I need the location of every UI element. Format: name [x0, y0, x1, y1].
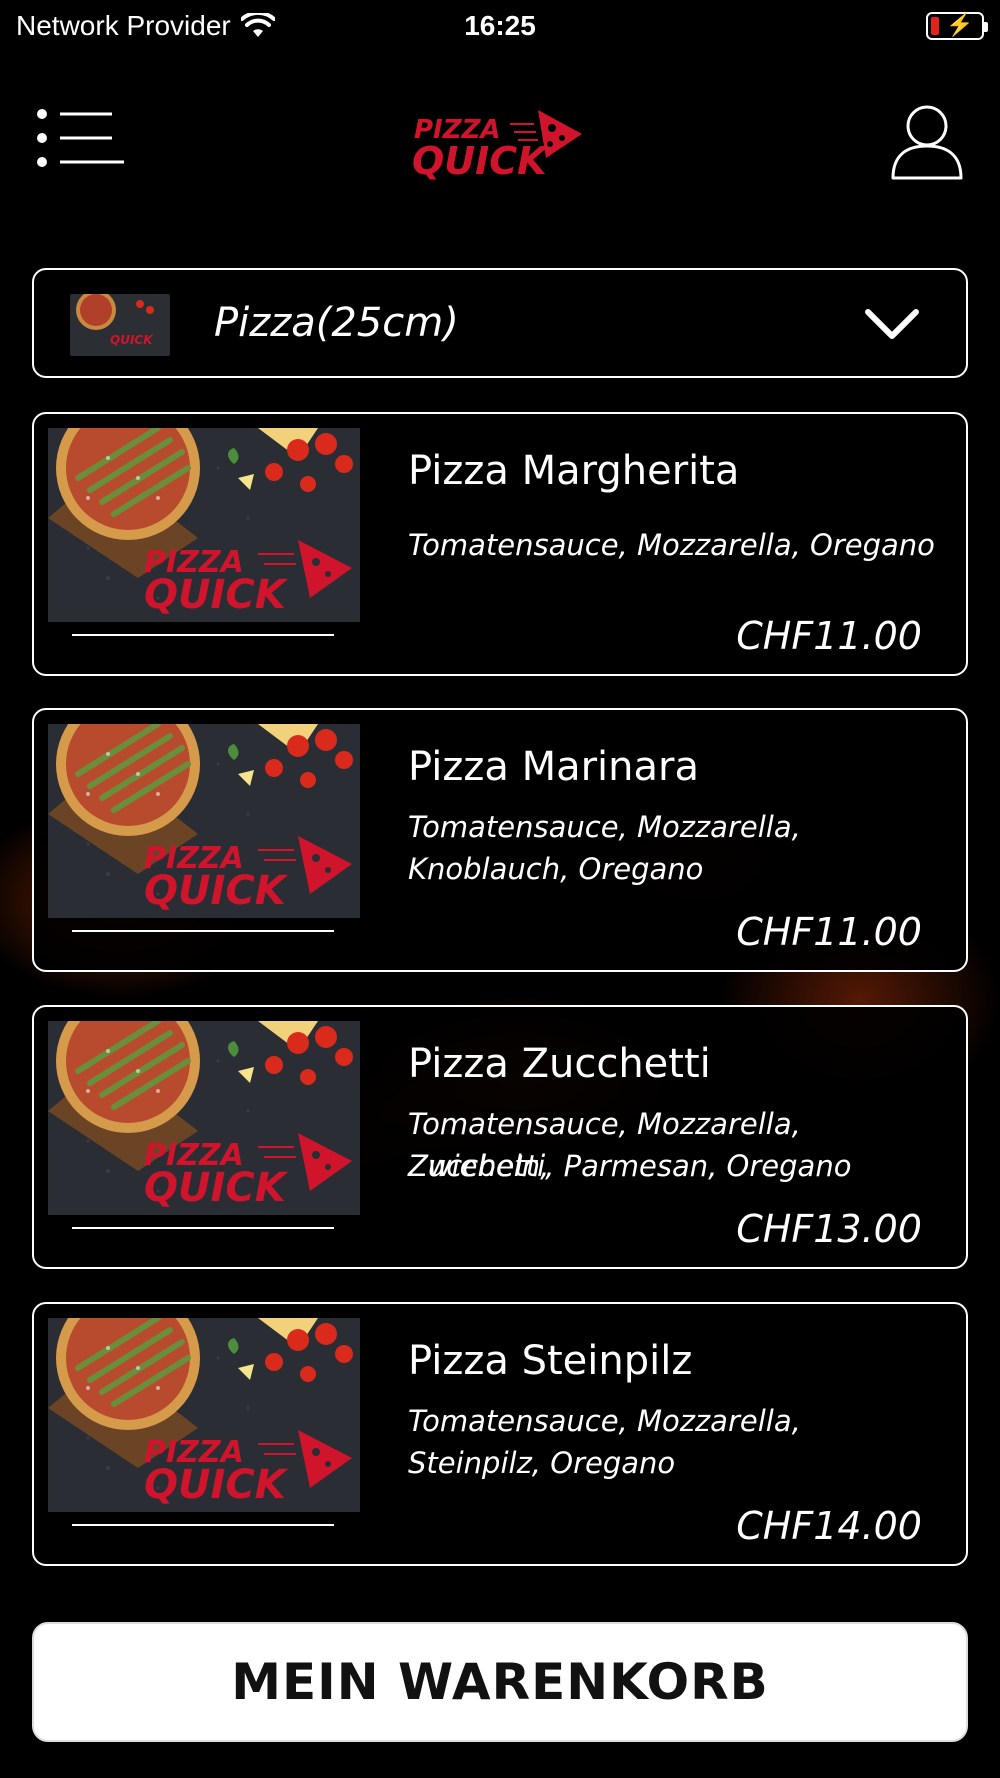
battery-icon: ⚡: [926, 12, 988, 40]
pizza-quick-logo: PIZZA QUICK: [410, 104, 590, 184]
product-price: CHF14.00: [736, 1504, 922, 1548]
status-left: Network Provider: [16, 10, 275, 42]
menu-button[interactable]: [36, 106, 126, 170]
product-card-2[interactable]: PIZZA QUICK Pizza Marinara Tomatensauce,…: [32, 708, 968, 972]
product-description-line-1: Tomatensauce, Mozzarella,: [408, 1404, 801, 1438]
carrier-label: Network Provider: [16, 10, 231, 41]
product-description-line-1: Tomatensauce, Mozzarella, Oregano: [408, 528, 935, 562]
svg-text:QUICK: QUICK: [144, 572, 289, 618]
category-thumbnail: QUICK: [70, 294, 170, 356]
image-divider: [72, 634, 334, 636]
product-card-4[interactable]: PIZZA QUICK Pizza Steinpilz Tomatensauce…: [32, 1302, 968, 1566]
svg-text:QUICK: QUICK: [144, 1462, 289, 1508]
cart-button[interactable]: MEIN WARENKORB: [32, 1622, 968, 1742]
product-card-3[interactable]: PIZZA QUICK Pizza Zucchetti Tomatensauce…: [32, 1005, 968, 1269]
product-description-line-2: Knoblauch, Oregano: [408, 852, 704, 886]
product-price: CHF13.00: [736, 1207, 922, 1251]
svg-text:QUICK: QUICK: [144, 868, 289, 914]
product-price: CHF11.00: [736, 614, 922, 658]
svg-text:QUICK: QUICK: [144, 1165, 289, 1211]
product-image: PIZZA QUICK: [48, 1318, 360, 1512]
product-card-1[interactable]: PIZZA QUICK Pizza Margherita Tomatensauc…: [32, 412, 968, 676]
image-divider: [72, 1524, 334, 1526]
image-divider: [72, 930, 334, 932]
image-divider: [72, 1227, 334, 1229]
product-description-line-1: Tomatensauce, Mozzarella,: [408, 810, 801, 844]
product-image: PIZZA QUICK: [48, 428, 360, 622]
svg-text:QUICK: QUICK: [110, 333, 154, 347]
category-selected-label: Pizza(25cm): [214, 300, 459, 346]
product-description-line-2: Zucchetti, Parmesan, Oregano: [408, 1149, 852, 1183]
product-name: Pizza Steinpilz: [408, 1338, 693, 1384]
charging-bolt-icon: ⚡: [946, 12, 974, 37]
status-bar: Network Provider 16:25 ⚡: [0, 0, 1000, 52]
product-price: CHF11.00: [736, 910, 922, 954]
product-description-line-2: Steinpilz, Oregano: [408, 1446, 676, 1480]
chevron-down-icon: [865, 309, 919, 339]
logo-bottom-text: QUICK: [412, 139, 549, 183]
product-name: Pizza Marinara: [408, 744, 699, 790]
user-profile-icon: [891, 105, 963, 180]
profile-button[interactable]: [890, 102, 964, 182]
product-image: PIZZA QUICK: [48, 1021, 360, 1215]
category-dropdown[interactable]: QUICK Pizza(25cm): [32, 268, 968, 378]
product-name: Pizza Zucchetti: [408, 1041, 711, 1087]
app-header: PIZZA QUICK: [0, 90, 1000, 200]
product-name: Pizza Margherita: [408, 448, 740, 494]
wifi-icon: [240, 13, 275, 37]
cart-button-label: MEIN WARENKORB: [231, 1653, 769, 1711]
product-image: PIZZA QUICK: [48, 724, 360, 918]
menu-icon: [37, 109, 124, 167]
battery-level: [931, 17, 939, 35]
